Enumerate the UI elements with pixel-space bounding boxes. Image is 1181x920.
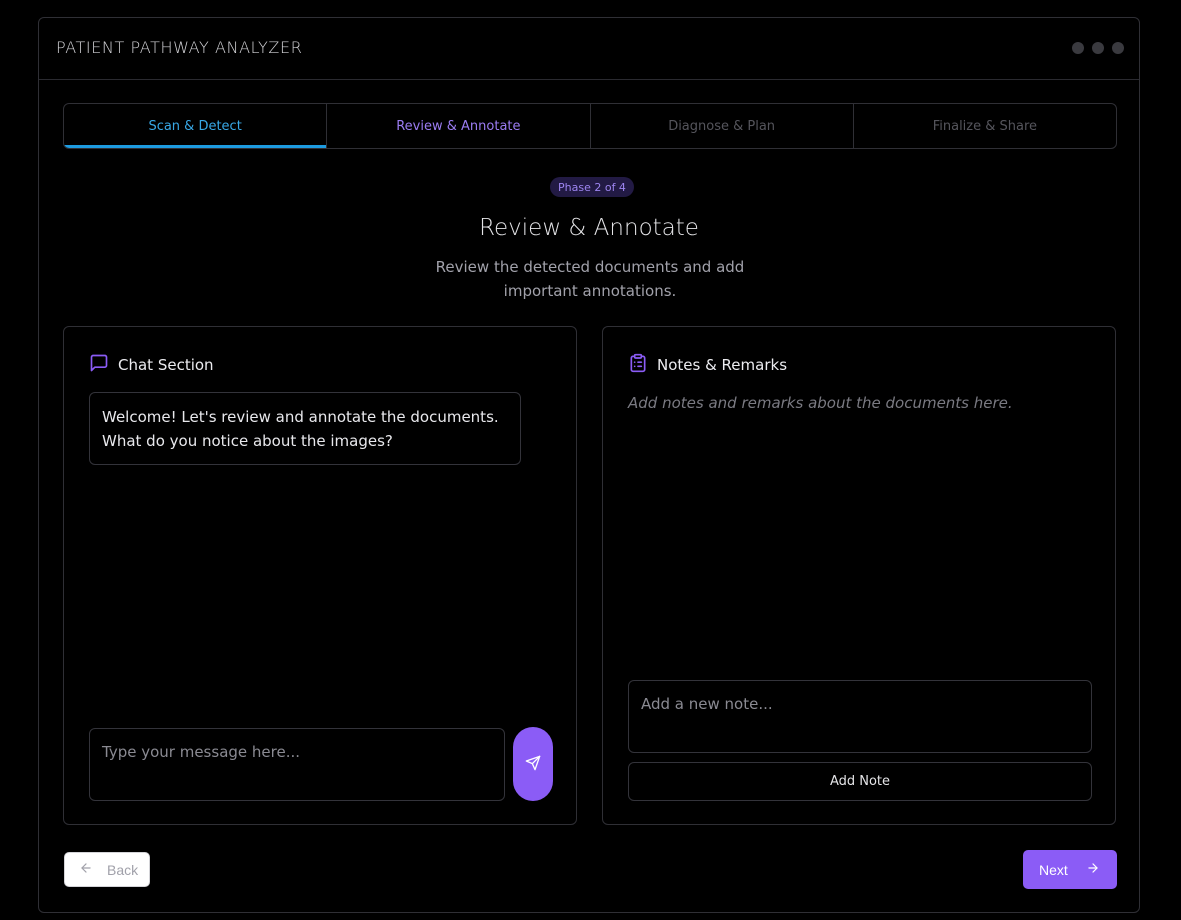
window-dot-icon[interactable] <box>1092 42 1104 54</box>
send-icon <box>525 755 541 774</box>
notes-heading: Notes & Remarks <box>657 356 788 374</box>
back-label: Back <box>107 861 139 878</box>
clipboard-list-icon <box>628 353 648 377</box>
window-controls <box>1072 42 1124 54</box>
message-square-icon <box>89 353 109 377</box>
title-bar: PATIENT PATHWAY ANALYZER <box>39 18 1139 80</box>
arrow-right-icon <box>1086 861 1100 878</box>
step-finalize-share[interactable]: Finalize & Share <box>854 104 1116 148</box>
chat-message-input[interactable] <box>89 728 505 801</box>
notes-panel: Notes & Remarks Add notes and remarks ab… <box>602 326 1116 825</box>
chat-header: Chat Section <box>89 353 214 377</box>
chat-panel: Chat Section Welcome! Let's review and a… <box>63 326 577 825</box>
next-label: Next <box>1039 861 1068 878</box>
new-note-input[interactable] <box>628 680 1092 753</box>
chat-heading: Chat Section <box>118 356 214 374</box>
page-subtitle: Review the detected documents and add im… <box>435 258 745 300</box>
step-review-annotate[interactable]: Review & Annotate <box>327 104 591 148</box>
notes-header: Notes & Remarks <box>628 353 787 377</box>
page-title: Review & Annotate <box>479 215 699 241</box>
arrow-left-icon <box>79 861 93 878</box>
notes-empty-text: Add notes and remarks about the document… <box>628 394 1013 412</box>
add-note-button[interactable]: Add Note <box>628 762 1092 801</box>
window-dot-icon[interactable] <box>1072 42 1084 54</box>
next-button[interactable]: Next <box>1023 850 1117 889</box>
app-title: PATIENT PATHWAY ANALYZER <box>56 38 303 57</box>
app-window: PATIENT PATHWAY ANALYZER Scan & Detect R… <box>38 17 1140 913</box>
phase-stepper: Scan & Detect Review & Annotate Diagnose… <box>63 103 1117 149</box>
back-button[interactable]: Back <box>64 852 150 887</box>
send-button[interactable] <box>513 727 553 801</box>
step-diagnose-plan[interactable]: Diagnose & Plan <box>591 104 854 148</box>
step-scan-detect[interactable]: Scan & Detect <box>64 104 328 148</box>
window-dot-icon[interactable] <box>1112 42 1124 54</box>
phase-badge: Phase 2 of 4 <box>550 177 634 197</box>
chat-message: Welcome! Let's review and annotate the d… <box>89 392 521 465</box>
